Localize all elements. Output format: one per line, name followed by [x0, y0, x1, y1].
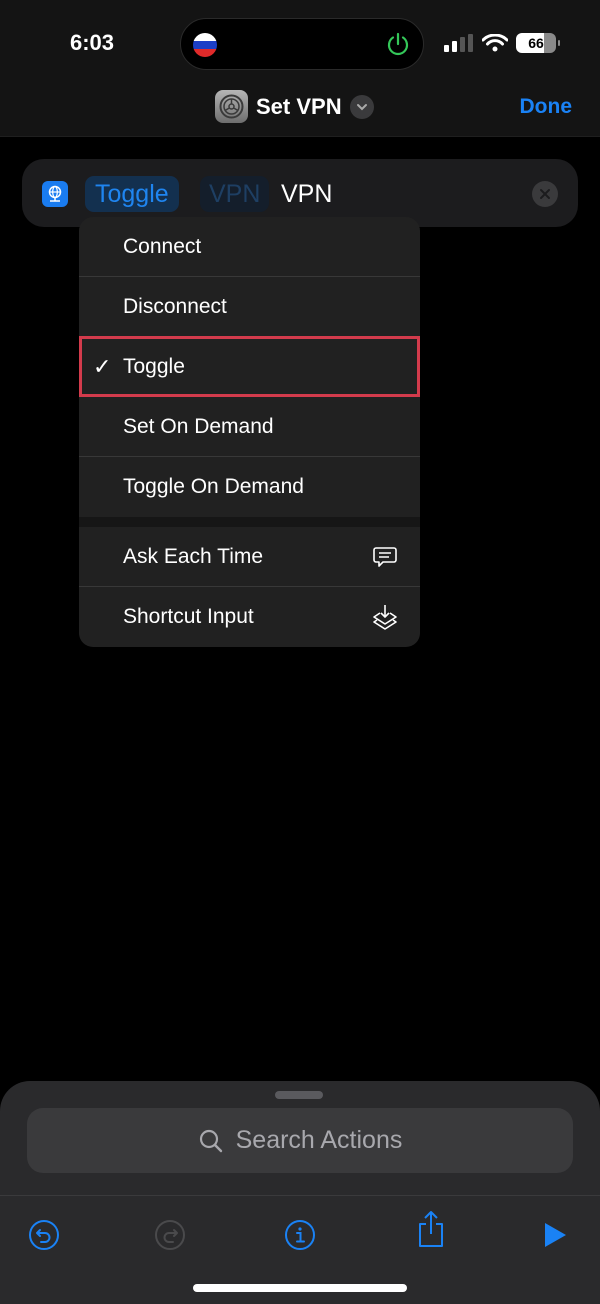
- menu-item-toggle[interactable]: ✓ Toggle: [79, 337, 420, 397]
- undo-button[interactable]: [27, 1218, 61, 1252]
- sheet-grabber[interactable]: [275, 1091, 323, 1099]
- share-button[interactable]: [414, 1211, 448, 1247]
- home-indicator[interactable]: [193, 1284, 407, 1292]
- info-button[interactable]: [283, 1218, 317, 1252]
- speech-bubble-icon: [373, 547, 397, 567]
- shortcut-input-icon: [373, 605, 397, 630]
- info-icon: [285, 1220, 315, 1250]
- chevron-down-icon[interactable]: [349, 94, 374, 119]
- search-placeholder: Search Actions: [235, 1126, 403, 1154]
- run-button[interactable]: [538, 1218, 572, 1252]
- vpn-label: VPN: [281, 180, 333, 208]
- play-icon: [545, 1223, 566, 1247]
- battery-indicator: 66: [516, 33, 560, 53]
- menu-item-label: Ask Each Time: [123, 544, 264, 568]
- menu-item-ask-each-time[interactable]: Ask Each Time: [79, 527, 420, 587]
- settings-gear-icon: [215, 90, 248, 123]
- actions-sheet: Search Actions: [0, 1081, 600, 1304]
- checkmark-icon: ✓: [93, 354, 112, 379]
- menu-item-label: Shortcut Input: [123, 605, 254, 628]
- search-icon: [199, 1129, 222, 1152]
- operation-menu: Connect Disconnect ✓ Toggle Set On Deman…: [79, 217, 420, 647]
- menu-item-label: Disconnect: [123, 294, 227, 318]
- undo-icon: [29, 1220, 59, 1250]
- done-button[interactable]: Done: [520, 95, 573, 119]
- menu-item-toggle-on-demand[interactable]: Toggle On Demand: [79, 457, 420, 517]
- vpn-globe-icon: [42, 181, 68, 207]
- cellular-signal-icon: [444, 34, 473, 52]
- menu-item-disconnect[interactable]: Disconnect: [79, 277, 420, 337]
- dynamic-island[interactable]: [180, 18, 424, 70]
- status-icons: 66: [444, 33, 560, 53]
- search-actions-input[interactable]: Search Actions: [27, 1108, 573, 1173]
- menu-item-shortcut-input[interactable]: Shortcut Input: [79, 587, 420, 647]
- menu-item-set-on-demand[interactable]: Set On Demand: [79, 397, 420, 457]
- redo-icon: [155, 1220, 185, 1250]
- menu-item-connect[interactable]: Connect: [79, 217, 420, 277]
- russia-flag-icon: [193, 33, 217, 57]
- power-icon: [387, 32, 409, 56]
- menu-item-label: Set On Demand: [123, 414, 274, 438]
- redo-button[interactable]: [153, 1218, 187, 1252]
- wifi-icon: [482, 34, 508, 52]
- vpn-parameter-placeholder[interactable]: VPN: [200, 176, 270, 212]
- menu-item-label: Toggle: [123, 354, 185, 378]
- shortcut-title-button[interactable]: Set VPN: [215, 90, 374, 123]
- close-icon[interactable]: [532, 181, 558, 207]
- menu-item-label: Connect: [123, 234, 202, 258]
- shortcut-title: Set VPN: [256, 93, 342, 119]
- operation-parameter[interactable]: Toggle: [85, 176, 179, 212]
- menu-item-label: Toggle On Demand: [123, 475, 304, 498]
- top-bar: 6:03 66 Set VPN Done: [0, 0, 600, 137]
- status-time: 6:03: [70, 30, 115, 55]
- menu-section-divider: [79, 517, 420, 527]
- share-icon: [419, 1211, 443, 1247]
